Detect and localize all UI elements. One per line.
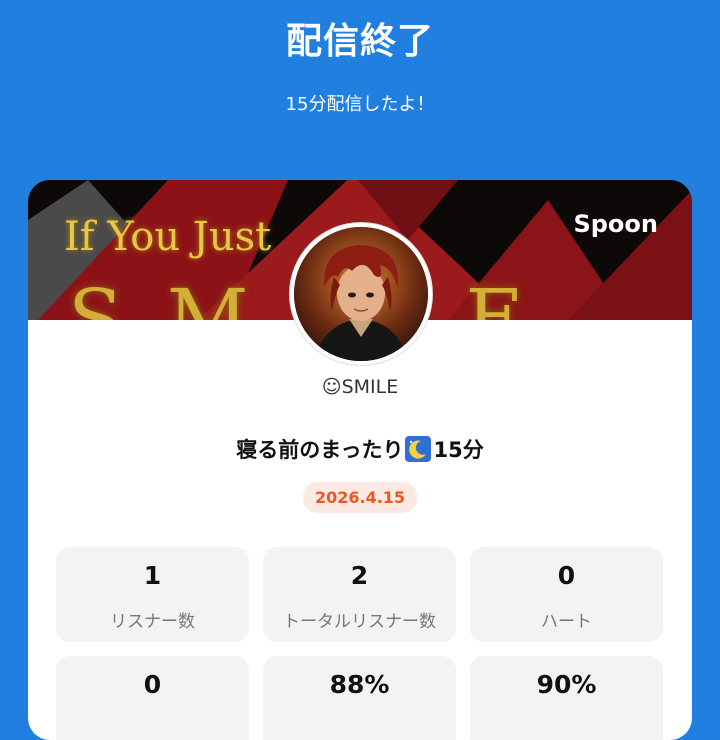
stat-value: 90%	[536, 670, 597, 699]
avatar[interactable]	[290, 223, 432, 365]
stat-listeners: 1 リスナー数	[56, 547, 249, 642]
date-wrap: 2026.4.15	[28, 482, 692, 513]
stat-hearts: 0 ハート	[470, 547, 663, 642]
stat-label: トータルリスナー数	[283, 612, 436, 632]
page-subtitle: 15分配信したよ！	[285, 94, 435, 115]
crescent-moon-icon	[405, 436, 432, 462]
stat-value: 0	[143, 670, 162, 699]
stats-grid: 1 リスナー数 2 トータルリスナー数 0 ハート 0 88% 90%	[56, 547, 664, 740]
stat-value: 88%	[329, 670, 390, 699]
stat-value: 2	[350, 561, 369, 590]
spoon-logo: Spoon	[573, 210, 658, 238]
avatar-portrait	[294, 227, 428, 361]
stat-value: 1	[143, 561, 162, 590]
stat-total-listeners: 2 トータルリスナー数	[263, 547, 456, 642]
streamer-name: ☺SMILE	[321, 376, 399, 398]
live-summary-card: If You Just SMILE Spoon ☺SMILE	[28, 180, 692, 740]
stat-label: リスナー数	[110, 612, 195, 632]
date-badge: 2026.4.15	[302, 482, 418, 513]
stat-4: 0	[56, 656, 249, 740]
stat-value: 0	[557, 561, 576, 590]
banner-text: If You Just	[64, 214, 272, 260]
page-title: 配信終了	[285, 21, 434, 62]
live-title: 寝る前のまったり 15分	[28, 434, 692, 464]
stat-5: 88%	[263, 656, 456, 740]
live-title-text: 寝る前のまったり	[236, 438, 404, 462]
live-title-duration: 15分	[433, 438, 484, 462]
stat-6: 90%	[470, 656, 663, 740]
stat-label: ハート	[541, 612, 592, 632]
